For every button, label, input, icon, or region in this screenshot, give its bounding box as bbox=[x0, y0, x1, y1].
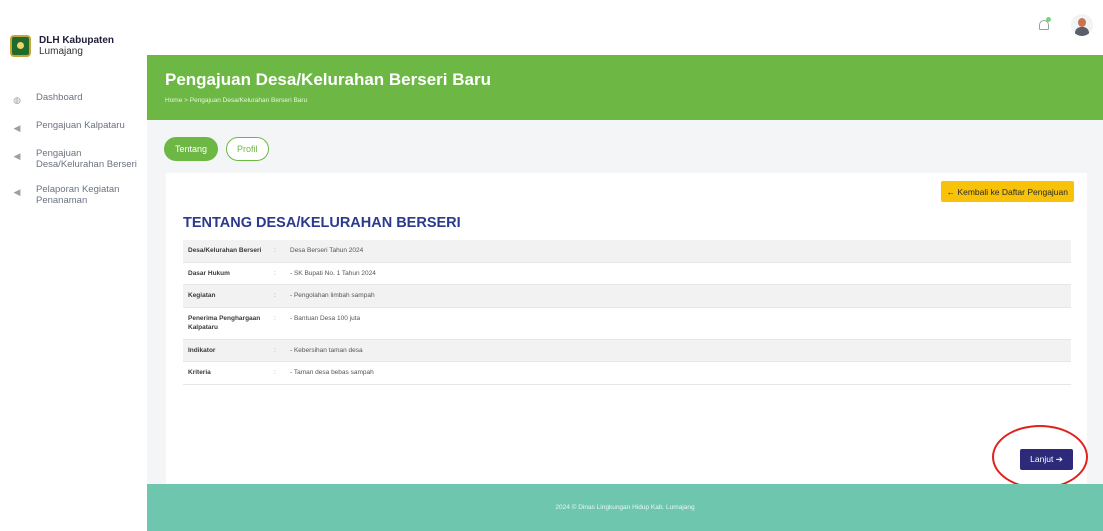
notification-dot bbox=[1046, 17, 1051, 22]
avatar-body bbox=[1075, 27, 1089, 36]
footer: 2024 © Dinas Lingkungan Hidup Kab. Lumaj… bbox=[147, 484, 1103, 531]
row-separator: : bbox=[274, 292, 276, 299]
table-row: Indikator : - Kebersihan taman desa bbox=[183, 339, 1071, 362]
row-separator: : bbox=[274, 314, 276, 322]
row-label: Indikator bbox=[188, 346, 216, 354]
send-icon: ◀ bbox=[13, 187, 21, 197]
brand-text: DLH Kabupaten Lumajang bbox=[39, 35, 129, 57]
table-row: Desa/Kelurahan Berseri : Desa Berseri Ta… bbox=[183, 240, 1071, 263]
send-icon: ◀ bbox=[13, 123, 21, 133]
table-row: Kegiatan : - Pengolahan limbah sampah bbox=[183, 285, 1071, 308]
row-value: Desa Berseri Tahun 2024 bbox=[290, 247, 364, 254]
avatar-head bbox=[1078, 18, 1086, 27]
row-value: - Taman desa bebas sampah bbox=[290, 369, 374, 376]
section-title: TENTANG DESA/KELURAHAN BERSERI bbox=[183, 215, 461, 231]
next-button[interactable]: Lanjut ➔ bbox=[1020, 449, 1073, 470]
sidebar-item-pelaporan-kegiatan[interactable]: ◀ Pelaporan Kegiatan Penanaman bbox=[0, 184, 147, 206]
row-separator: : bbox=[274, 346, 276, 354]
sidebar: DLH Kabupaten Lumajang ◍ Dashboard ◀ Pen… bbox=[0, 0, 147, 531]
back-to-list-button[interactable]: ← Kembali ke Daftar Pengajuan bbox=[940, 181, 1074, 202]
sidebar-item-pengajuan-desa-berseri[interactable]: ◀ Pengajuan Desa/Kelurahan Berseri bbox=[0, 148, 147, 170]
row-value: - SK Bupati No. 1 Tahun 2024 bbox=[290, 269, 376, 277]
dashboard-icon: ◍ bbox=[13, 95, 21, 105]
avatar[interactable] bbox=[1071, 14, 1093, 36]
row-value: - Bantuan Desa 100 juta bbox=[290, 314, 361, 322]
app-root: DLH Kabupaten Lumajang ◍ Dashboard ◀ Pen… bbox=[0, 0, 1103, 531]
main-content: Tentang Profil ← Kembali ke Daftar Penga… bbox=[147, 120, 1103, 484]
sidebar-item-label: Pengajuan Kalpataru bbox=[36, 120, 125, 131]
brand-logo bbox=[10, 35, 31, 57]
table-row: Penerima Penghargaan Kalpataru : - Bantu… bbox=[183, 308, 1071, 340]
row-label: Kriteria bbox=[188, 369, 211, 376]
footer-text: 2024 © Dinas Lingkungan Hidup Kab. Lumaj… bbox=[555, 504, 695, 511]
bell-icon[interactable] bbox=[1038, 17, 1052, 33]
send-icon: ◀ bbox=[13, 151, 21, 161]
sidebar-item-label: Pengajuan Desa/Kelurahan Berseri bbox=[36, 148, 137, 170]
brand-sub: Lumajang bbox=[39, 46, 83, 57]
sidebar-item-label: Pelaporan Kegiatan Penanaman bbox=[36, 184, 120, 206]
row-separator: : bbox=[274, 369, 276, 376]
tab-profil[interactable]: Profil bbox=[226, 137, 269, 161]
row-value: - Pengolahan limbah sampah bbox=[290, 292, 375, 299]
row-label: Desa/Kelurahan Berseri bbox=[188, 247, 262, 254]
brand-name: DLH Kabupaten bbox=[39, 35, 114, 46]
tab-bar: Tentang Profil bbox=[164, 137, 277, 161]
brand[interactable]: DLH Kabupaten Lumajang bbox=[10, 26, 140, 66]
topbar bbox=[147, 0, 1103, 55]
row-label: Penerima Penghargaan Kalpataru bbox=[188, 314, 261, 332]
breadcrumb[interactable]: Home > Pengajuan Desa/Kelurahan Berseri … bbox=[165, 97, 307, 104]
table-row: Dasar Hukum : - SK Bupati No. 1 Tahun 20… bbox=[183, 263, 1071, 285]
row-separator: : bbox=[274, 247, 276, 254]
row-label: Dasar Hukum bbox=[188, 269, 230, 277]
info-table: Desa/Kelurahan Berseri : Desa Berseri Ta… bbox=[183, 240, 1071, 385]
sidebar-item-label: Dashboard bbox=[36, 92, 83, 103]
content-card: ← Kembali ke Daftar Pengajuan TENTANG DE… bbox=[166, 173, 1087, 484]
row-label: Kegiatan bbox=[188, 292, 216, 299]
row-separator: : bbox=[274, 269, 276, 277]
page-banner: Pengajuan Desa/Kelurahan Berseri Baru Ho… bbox=[147, 55, 1103, 120]
sidebar-item-pengajuan-kalpataru[interactable]: ◀ Pengajuan Kalpataru bbox=[0, 120, 147, 134]
row-value: - Kebersihan taman desa bbox=[290, 346, 363, 354]
table-row: Kriteria : - Taman desa bebas sampah bbox=[183, 362, 1071, 385]
sidebar-nav: ◍ Dashboard ◀ Pengajuan Kalpataru ◀ Peng… bbox=[0, 92, 147, 220]
tab-tentang[interactable]: Tentang bbox=[164, 137, 219, 161]
page-title: Pengajuan Desa/Kelurahan Berseri Baru bbox=[165, 70, 491, 89]
sidebar-item-dashboard[interactable]: ◍ Dashboard bbox=[0, 92, 147, 106]
